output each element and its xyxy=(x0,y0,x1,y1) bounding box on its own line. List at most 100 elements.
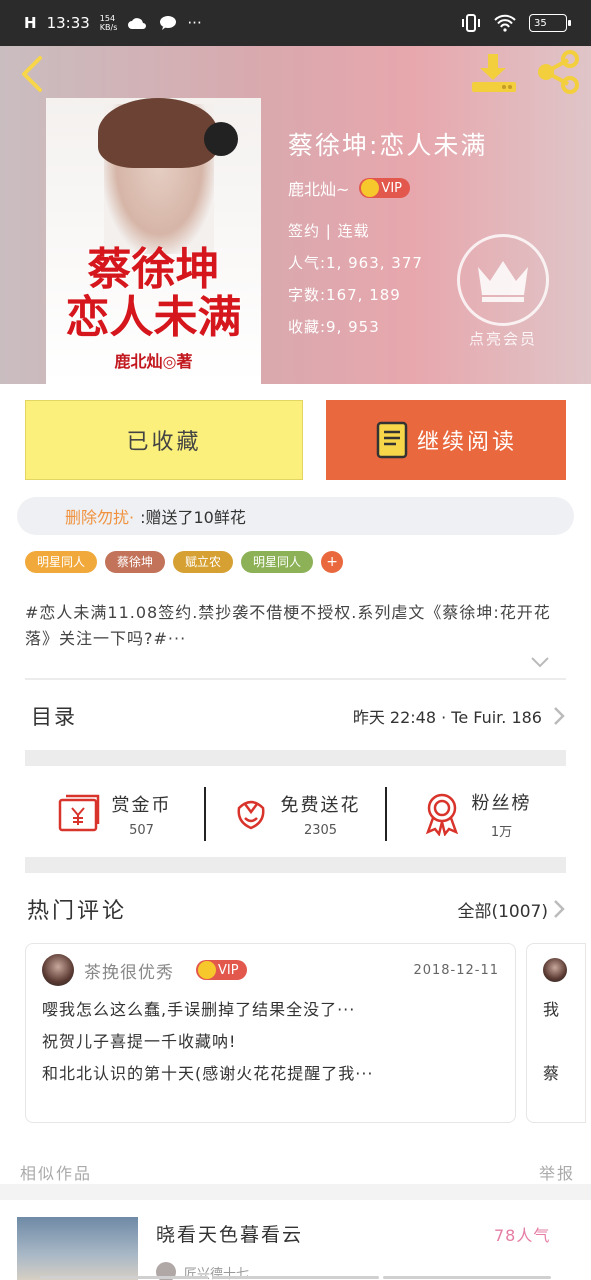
section-separator xyxy=(25,857,566,873)
expand-description-button[interactable] xyxy=(530,654,550,668)
share-icon xyxy=(538,50,579,94)
tag[interactable]: 蔡徐坤 xyxy=(105,551,166,573)
gift-text: :赠送了10鲜花 xyxy=(140,508,246,527)
similar-works-title: 相似作品 xyxy=(20,1164,93,1183)
comment-line: 嘤我怎么这么蠢,手误删掉了结果全没了··· xyxy=(42,1000,356,1019)
book-popularity: 人气:1, 963, 377 xyxy=(288,254,423,272)
similar-works-header: 相似作品 举报 xyxy=(20,1160,575,1184)
download-button[interactable] xyxy=(468,52,520,94)
support-actions: 赏金币 507 免费送花 2305 粉丝榜 1万 xyxy=(25,774,566,854)
comment-card[interactable]: 我 蔡 xyxy=(526,943,586,1123)
report-button[interactable]: 举报 xyxy=(539,1160,575,1184)
member-badge[interactable]: 点亮会员 xyxy=(455,234,551,348)
comment-line: 我 xyxy=(543,1000,561,1019)
crown-icon xyxy=(198,961,216,979)
back-button[interactable] xyxy=(16,54,48,94)
avatar[interactable] xyxy=(543,958,567,982)
vip-badge: VIP xyxy=(196,960,247,980)
crown-icon xyxy=(478,261,528,302)
book-icon xyxy=(376,421,408,459)
recommendation-cover xyxy=(17,1217,138,1280)
catalog-row[interactable]: 目录 昨天 22:48 · Te Fuir. 186 xyxy=(25,680,566,752)
catalog-latest-update: 昨天 22:48 · Te Fuir. 186 xyxy=(352,708,542,727)
continue-reading-label: 继续阅读 xyxy=(416,430,517,455)
member-label: 点亮会员 xyxy=(468,330,537,348)
vibrate-icon xyxy=(462,14,480,32)
recommendation-title: 晓看天色暮看云 xyxy=(156,1224,304,1246)
comment-line: 祝贺儿子喜提一千收藏呐! xyxy=(42,1032,237,1051)
recommendation-item[interactable]: 晓看天色暮看云 78人气 匠兴德十七 xyxy=(0,1200,591,1280)
book-header: 蔡徐坤 恋人未满 鹿北灿◎著 蔡徐坤:恋人未满 鹿北灿~ VIP 签约 | 连载… xyxy=(0,46,591,384)
tag[interactable]: 明星同人 xyxy=(241,551,314,573)
flower-icon xyxy=(237,800,264,830)
comment-card[interactable]: 茶挽很优秀 VIP 2018-12-11 嘤我怎么这么蠢,手误删掉了结果全没了·… xyxy=(25,943,516,1123)
chevron-down-icon xyxy=(531,657,549,668)
vip-label: VIP xyxy=(381,180,402,196)
medal-icon xyxy=(425,793,458,836)
book-word-count: 字数:167, 189 xyxy=(288,286,401,304)
share-button[interactable] xyxy=(534,50,582,94)
author-name[interactable]: 鹿北灿~ xyxy=(288,176,349,200)
catalog-title: 目录 xyxy=(31,705,77,729)
comment-line: 蔡 xyxy=(543,1064,561,1083)
net-speed-value: 154 xyxy=(99,14,116,23)
free-flowers-label: 免费送花 xyxy=(280,794,361,816)
add-tag-button[interactable]: + xyxy=(321,551,344,573)
comment-author[interactable]: 茶挽很优秀 xyxy=(84,958,174,983)
author-row: 鹿北灿~ VIP xyxy=(288,176,410,200)
collected-button[interactable]: 已收藏 xyxy=(25,400,303,480)
book-description: #恋人未满11.08签约.禁抄袭不借梗不授权.系列虐文《蔡徐坤:花开花落》关注一… xyxy=(25,603,551,648)
vip-badge: VIP xyxy=(359,178,410,198)
chevron-left-icon xyxy=(22,56,42,92)
net-speed: 154 KB/s xyxy=(100,14,118,32)
wifi-icon xyxy=(494,14,516,32)
gift-user: 删除勿扰· xyxy=(65,508,135,527)
fan-ranking-label: 粉丝榜 xyxy=(471,792,532,814)
signal-indicator: H xyxy=(24,14,37,32)
weather-icon xyxy=(128,18,147,29)
all-comments-label: 全部(1007) xyxy=(457,901,548,922)
hot-comments-title: 热门评论 xyxy=(27,899,128,924)
cover-author: 鹿北灿◎著 xyxy=(114,352,193,371)
tag-list: 明星同人 蔡徐坤 赋立农 明星同人 + xyxy=(25,551,344,573)
avatar[interactable] xyxy=(42,954,74,986)
more-indicator: ··· xyxy=(187,14,202,32)
reward-coins-button[interactable]: 赏金币 507 xyxy=(25,791,204,838)
chevron-right-icon xyxy=(554,900,565,918)
vip-label: VIP xyxy=(218,962,239,978)
message-icon xyxy=(160,16,177,30)
cover-title: 蔡徐坤 恋人未满 xyxy=(65,244,242,343)
hot-comments-header: 热门评论 全部(1007) xyxy=(27,889,566,929)
cover-hair xyxy=(98,98,218,168)
gift-banner: 删除勿扰· :赠送了10鲜花 xyxy=(17,497,574,535)
tag[interactable]: 明星同人 xyxy=(25,551,98,573)
free-flowers-value: 2305 xyxy=(303,822,338,838)
crown-icon xyxy=(361,179,380,197)
red-envelope-icon xyxy=(58,794,99,832)
comment-line: 和北北认识的第十天(感谢火花花提醒了我··· xyxy=(42,1064,374,1083)
all-comments-link[interactable]: 全部(1007) xyxy=(457,897,566,922)
book-cover[interactable]: 蔡徐坤 恋人未满 鹿北灿◎著 xyxy=(46,98,261,384)
net-speed-unit: KB/s xyxy=(99,23,118,32)
status-bar: H 13:33 154 KB/s ··· 35 xyxy=(0,0,591,46)
battery-icon: 35 xyxy=(529,14,571,32)
chevron-right-icon xyxy=(554,707,565,725)
battery-level: 35 xyxy=(534,17,547,29)
scroll-indicator xyxy=(40,1276,552,1279)
reward-coins-value: 507 xyxy=(129,822,154,838)
comment-date: 2018-12-11 xyxy=(413,962,499,978)
book-detail-body: 已收藏 继续阅读 删除勿扰· :赠送了10鲜花 明星同人 蔡徐坤 赋立农 明星同… xyxy=(0,384,591,1184)
continue-reading-button[interactable]: 继续阅读 xyxy=(326,400,566,480)
section-separator xyxy=(25,750,566,766)
tag[interactable]: 赋立农 xyxy=(173,551,234,573)
fan-ranking-button[interactable]: 粉丝榜 1万 xyxy=(387,789,566,840)
free-flowers-button[interactable]: 免费送花 2305 xyxy=(206,791,385,838)
cover-object xyxy=(204,122,238,156)
recommendation-popularity: 78人气 xyxy=(494,1226,551,1245)
fan-ranking-value: 1万 xyxy=(490,824,513,840)
book-status: 签约 | 连载 xyxy=(288,222,370,240)
book-collections: 收藏:9, 953 xyxy=(288,318,380,336)
status-time: 13:33 xyxy=(46,14,90,32)
reward-coins-label: 赏金币 xyxy=(111,794,172,816)
download-icon xyxy=(472,54,516,92)
